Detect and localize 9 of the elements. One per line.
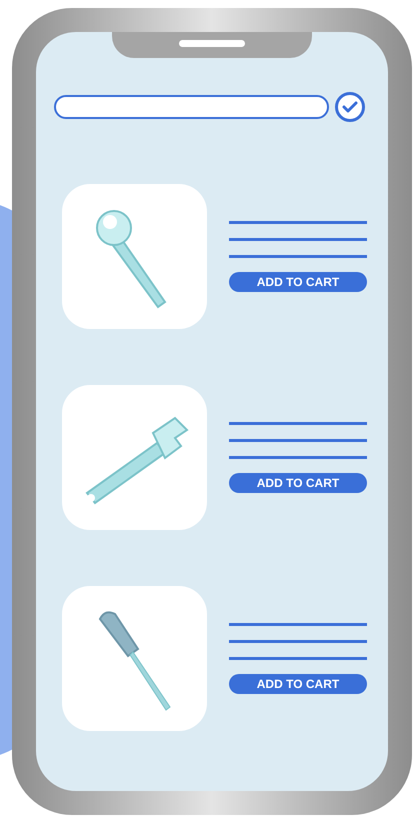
add-to-cart-button[interactable]: ADD TO CART [229,272,367,292]
product-card[interactable] [62,586,207,731]
speaker-grille [179,40,245,47]
check-icon[interactable] [335,92,365,122]
product-card[interactable] [62,385,207,530]
add-to-cart-button[interactable]: ADD TO CART [229,674,367,694]
search-field[interactable] [54,95,329,119]
add-to-cart-button[interactable]: ADD TO CART [229,473,367,493]
product-card[interactable] [62,184,207,329]
